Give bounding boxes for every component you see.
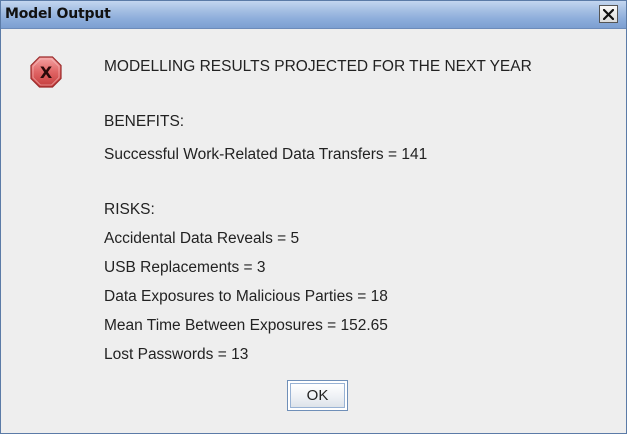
window-title: Model Output xyxy=(5,6,111,22)
result-line-usb: USB Replacements = 3 xyxy=(104,259,266,276)
result-line-mean-time: Mean Time Between Exposures = 152.65 xyxy=(104,317,388,334)
error-icon: X xyxy=(30,56,62,88)
ok-button-label: OK xyxy=(290,383,345,408)
title-bar[interactable]: Model Output xyxy=(1,1,626,29)
close-button[interactable] xyxy=(599,5,618,23)
result-line-reveals: Accidental Data Reveals = 5 xyxy=(104,230,300,247)
result-line-exposures: Data Exposures to Malicious Parties = 18 xyxy=(104,288,388,305)
close-x-icon xyxy=(603,8,614,20)
error-glyph: X xyxy=(40,63,53,82)
result-line-transfers: Successful Work-Related Data Transfers =… xyxy=(104,146,428,163)
ok-button[interactable]: OK xyxy=(287,380,348,411)
risks-heading: RISKS: xyxy=(104,201,155,218)
model-output-dialog: Model Output X MODELLING RESULTS PROJECT… xyxy=(0,0,627,434)
benefits-heading: BENEFITS: xyxy=(104,113,185,130)
message-heading: MODELLING RESULTS PROJECTED FOR THE NEXT… xyxy=(104,58,532,75)
result-line-passwords: Lost Passwords = 13 xyxy=(104,346,249,363)
